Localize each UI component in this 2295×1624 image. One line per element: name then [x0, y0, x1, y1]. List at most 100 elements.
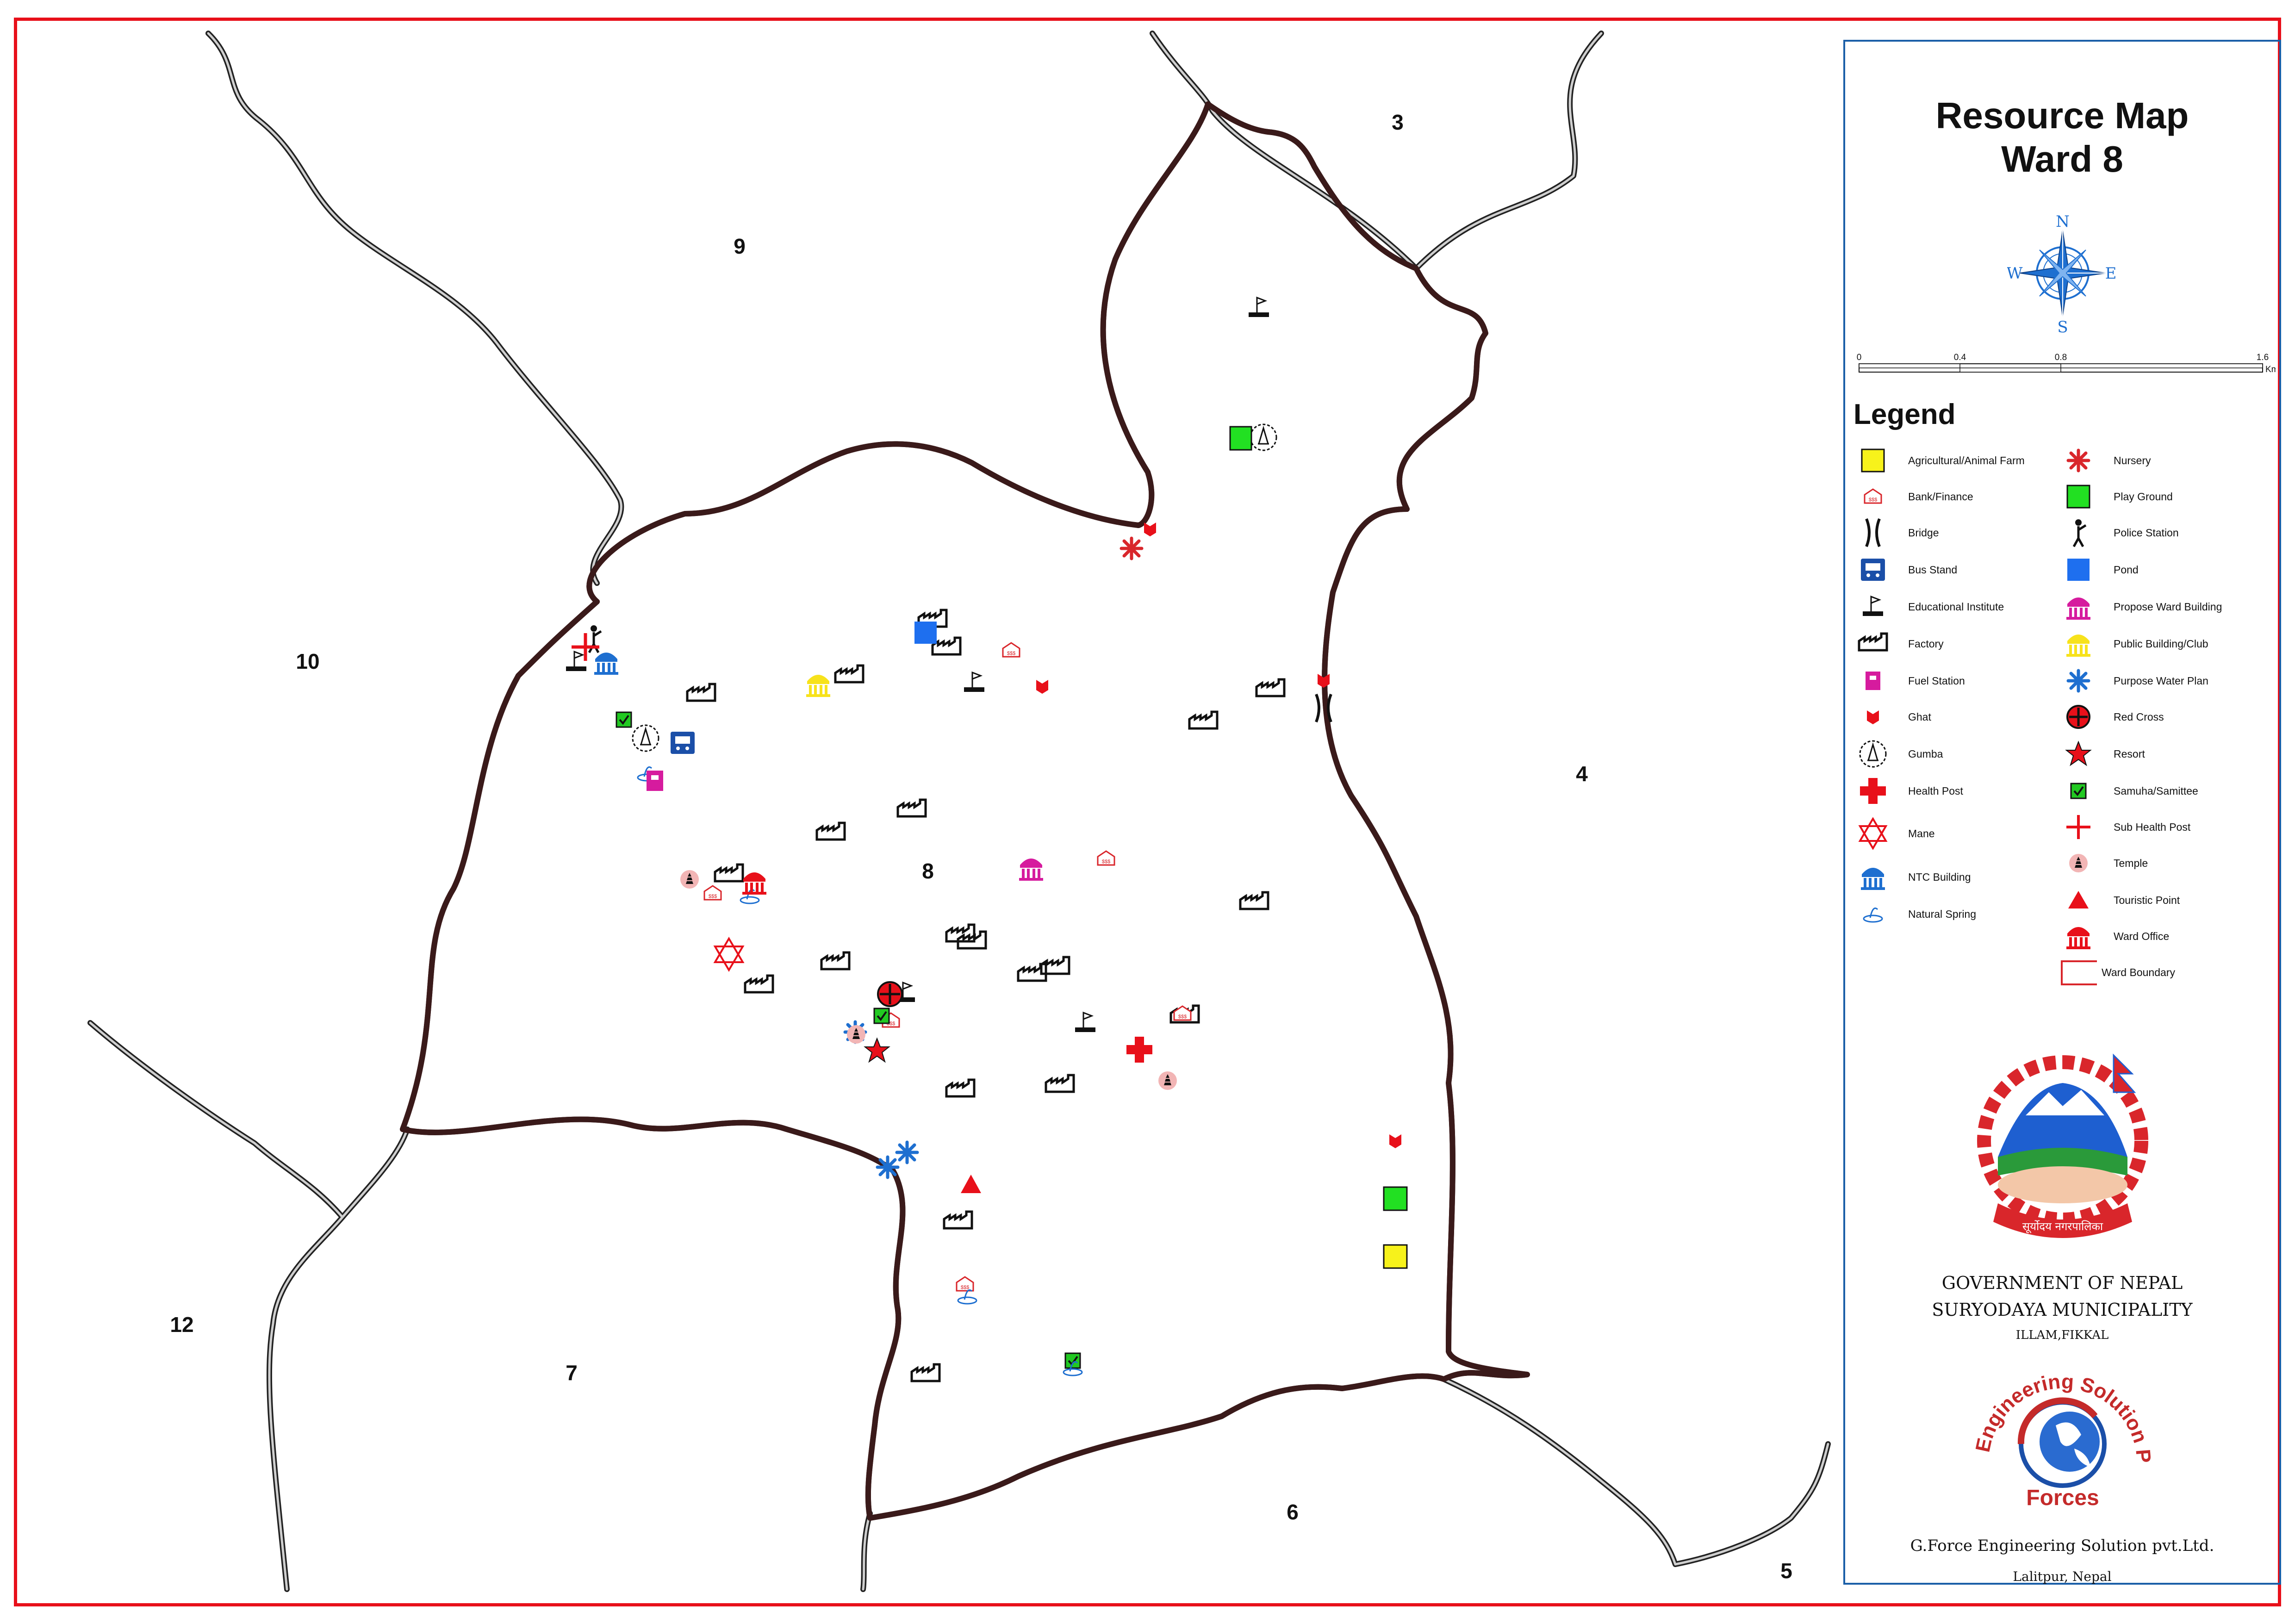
samuha-icon	[1064, 1352, 1081, 1369]
legend-item-school: Educational Institute	[1854, 591, 2004, 623]
legend-item-proposed-ward-building: Propose Ward Building	[2060, 591, 2222, 623]
misc-markers	[572, 625, 1332, 1193]
bank-icon	[1002, 642, 1020, 658]
gumba-icon	[632, 724, 659, 752]
ward-label-5: 5	[1780, 1559, 1792, 1583]
legend-item-factory: Factory	[1854, 628, 1944, 660]
legend-item-gumba: Gumba	[1854, 738, 1943, 770]
legend-item-water-plan: Purpose Water Plan	[2060, 665, 2208, 697]
ntc-building-icon	[594, 653, 618, 675]
playground-icon	[1383, 1186, 1408, 1211]
nepal-emblem-logo: सूर्योदय नगरपालिका	[1977, 1053, 2148, 1238]
square-markers	[914, 426, 1408, 1269]
legend-item-red-cross: Red Cross	[2060, 701, 2164, 733]
svg-text:Km: Km	[2265, 365, 2276, 374]
water-plan-icon	[877, 1157, 898, 1177]
ghat-icon	[1036, 680, 1048, 694]
resort-star-icon	[864, 1037, 890, 1063]
factory-icon	[1240, 892, 1268, 909]
mane-star-icon	[713, 937, 745, 972]
svg-text:1.6: 1.6	[2257, 353, 2269, 362]
factory-icon	[1256, 679, 1284, 696]
water-plan-icon	[897, 1142, 917, 1163]
nursery-marker	[1121, 538, 1142, 559]
spring-markers	[637, 766, 1083, 1376]
factory-icon	[687, 684, 715, 701]
factory-icon	[958, 932, 986, 948]
red-cross-icon	[877, 981, 903, 1007]
samuha-icon	[873, 1008, 890, 1024]
svg-text:0: 0	[1857, 353, 1862, 362]
school-flag-icon	[1248, 297, 1270, 318]
factory-icon	[745, 976, 773, 992]
temple-icon	[847, 1025, 865, 1044]
compass-e: E	[2105, 264, 2117, 283]
health-post-icon	[1126, 1037, 1152, 1063]
legend-item-public-building: Public Building/Club	[2060, 628, 2208, 660]
factory-icon	[944, 1212, 972, 1228]
factory-icon	[946, 1080, 974, 1096]
water-plan-markers	[845, 1022, 917, 1177]
proposed-ward-building-icon	[1019, 859, 1043, 881]
legend-item-spring: Natural Spring	[1854, 898, 1976, 930]
legend-item-resort: Resort	[2060, 738, 2145, 770]
gumba-markers	[632, 423, 1277, 752]
legend-item-mane: Mane	[1854, 817, 1935, 850]
legend-item-bank: Bank/Finance	[1854, 480, 1973, 513]
svg-text:0.8: 0.8	[2055, 353, 2067, 362]
compass-s: S	[2057, 318, 2068, 333]
compass-w: W	[2007, 264, 2023, 283]
svg-text:0.4: 0.4	[1954, 353, 1966, 362]
ward-label-8: 8	[922, 859, 934, 883]
playground-icon	[1229, 426, 1252, 451]
ghat-markers	[1036, 523, 1401, 1148]
school-flag-icon	[963, 672, 985, 693]
spring-icon	[957, 1289, 977, 1305]
public-building-icon	[806, 675, 830, 697]
factory-markers	[687, 610, 1284, 1381]
ward-8-boundary	[400, 101, 1530, 1521]
gumba-icon	[1250, 423, 1277, 451]
bus-stand-icon	[671, 732, 695, 754]
samuha-icon	[616, 711, 632, 728]
scale-bar: 0 0.4 0.8 1.6 Km	[1857, 353, 2276, 374]
factory-icon	[715, 865, 743, 881]
compass-rose: N S E W	[2007, 213, 2117, 333]
legend-panel: Resource Map Ward 8 N S E W 0 0.4 0.8 1.…	[1843, 40, 2281, 1585]
school-markers	[565, 297, 1270, 1033]
consultant-name: G.Force Engineering Solution pvt.Ltd.	[1910, 1537, 2214, 1555]
legend-item-fuel-station: Fuel Station	[1854, 665, 1965, 697]
legend-item-sub-health-post: Sub Health Post	[2060, 811, 2190, 843]
svg-text:Forces: Forces	[2026, 1486, 2099, 1510]
legend-item-temple: Temple	[2060, 847, 2148, 879]
ward-office-icon	[742, 872, 766, 895]
pond-icon	[914, 622, 937, 644]
farm-icon	[1383, 1244, 1408, 1269]
bank-icon	[703, 885, 722, 901]
gov-name: GOVERNMENT OF NEPAL	[1941, 1273, 2183, 1293]
legend-title: Legend	[1853, 398, 1956, 430]
gforce-logo: Engineering Solution Pvt. Ltd. Forces	[1956, 1347, 2155, 1510]
legend-item-farm: Agricultural/Animal Farm	[1854, 444, 2025, 477]
ward-label-12: 12	[170, 1313, 193, 1337]
legend-item-touristic-point: Touristic Point	[2060, 884, 2180, 916]
ward-label-4: 4	[1576, 762, 1588, 786]
legend-item-bridge: Bridge	[1854, 516, 1939, 549]
map-subtitle: Ward 8	[2001, 138, 2123, 180]
legend-item-bus-stand: Bus Stand	[1854, 554, 1957, 586]
ward-label-3: 3	[1392, 110, 1404, 134]
factory-icon	[817, 823, 845, 840]
bank-icon	[1097, 850, 1115, 866]
ghat-icon	[1389, 1134, 1401, 1148]
factory-icon	[898, 800, 926, 816]
touristic-point-icon	[961, 1175, 981, 1193]
municipality-place: ILLAM,FIKKAL	[2015, 1328, 2109, 1342]
bank-icon	[956, 1276, 974, 1292]
factory-icon	[1046, 1075, 1074, 1092]
legend-item-pond: Pond	[2060, 554, 2139, 586]
legend-item-ntc-building: NTC Building	[1854, 861, 1971, 893]
bank-markers	[703, 642, 1192, 1292]
fuel-station-icon	[647, 771, 663, 791]
factory-icon	[912, 1364, 939, 1381]
ward-label-7: 7	[566, 1361, 578, 1385]
